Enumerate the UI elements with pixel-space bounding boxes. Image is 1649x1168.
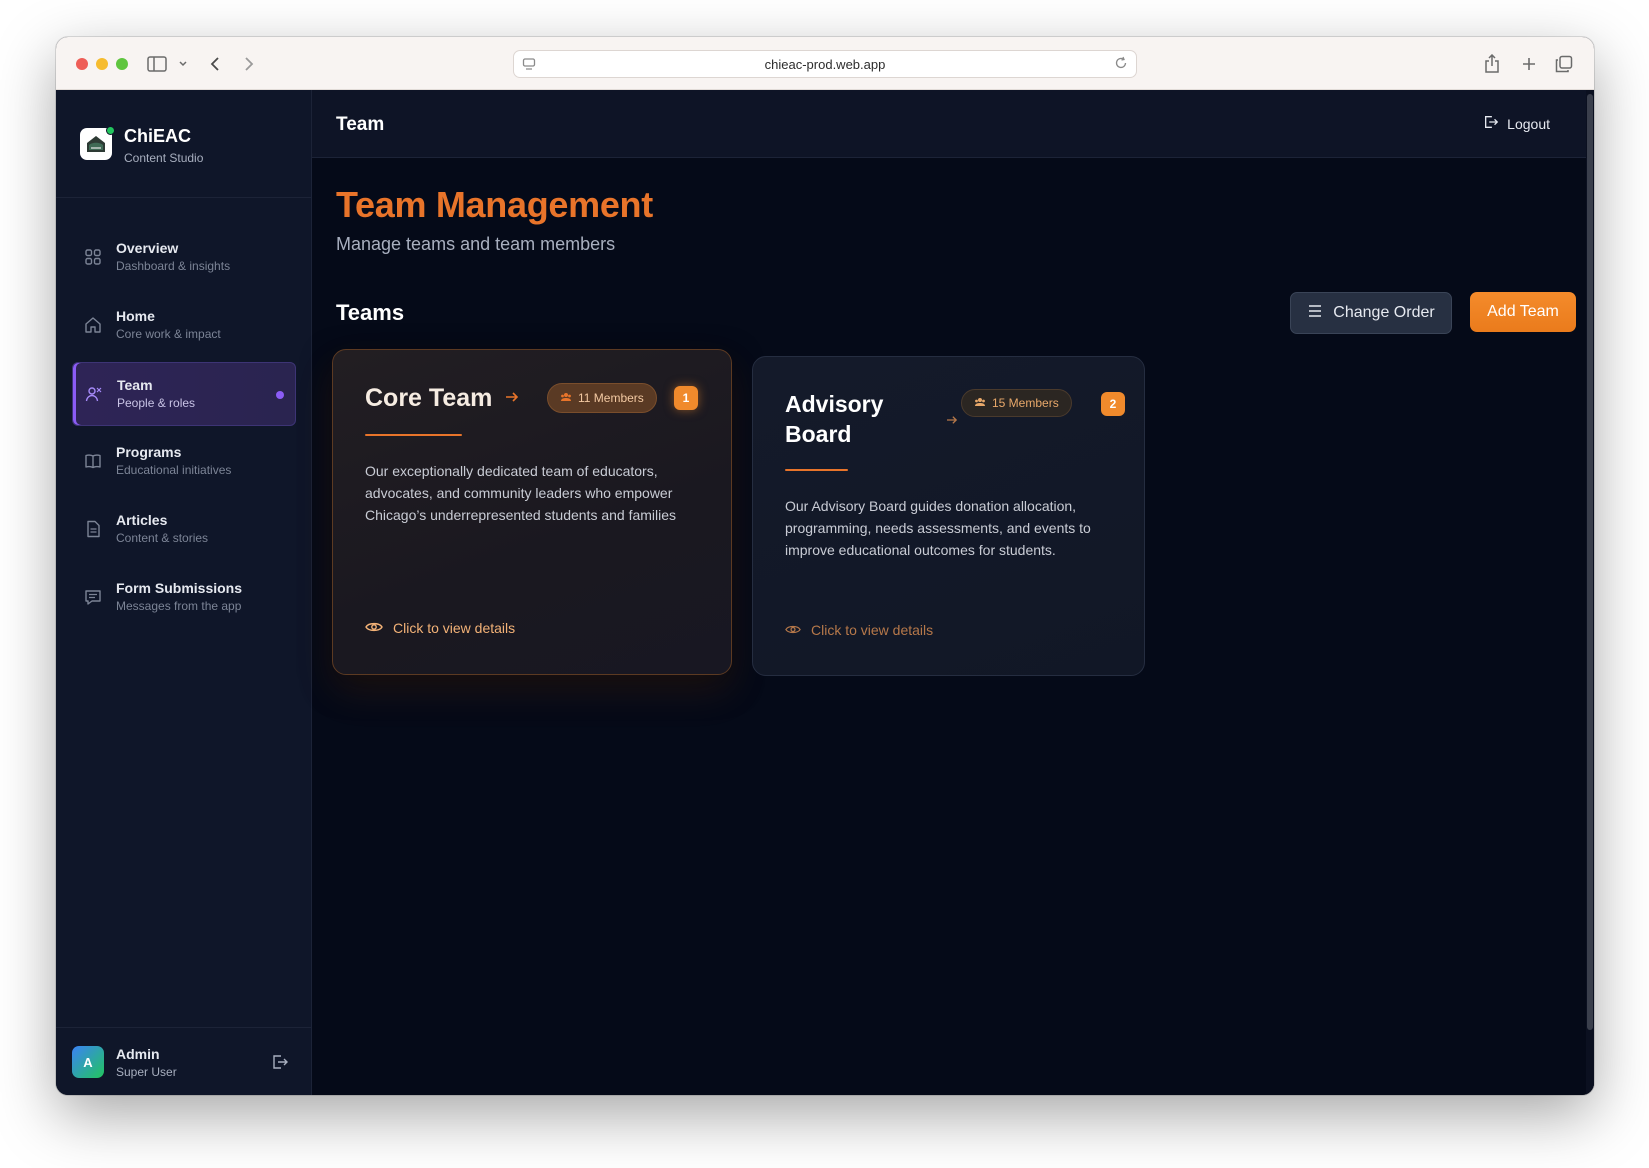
sidebar-item-label: Programs <box>116 444 182 460</box>
sidebar-item-overview[interactable]: Overview Dashboard & insights <box>72 226 296 290</box>
sidebar-item-label: Team <box>117 377 153 393</box>
sidebar-item-home[interactable]: Home Core work & impact <box>72 294 296 358</box>
sidebar-item-articles[interactable]: Articles Content & stories <box>72 498 296 562</box>
sidebar-item-sublabel: Messages from the app <box>116 599 242 613</box>
forward-icon[interactable] <box>236 51 262 77</box>
browser-toolbar: chieac-prod.web.app <box>56 37 1594 90</box>
user-profile: A Admin Super User <box>56 1027 311 1095</box>
add-team-button[interactable]: Add Team <box>1470 292 1576 332</box>
url-text: chieac-prod.web.app <box>764 56 886 72</box>
section-title: Teams <box>336 300 405 325</box>
sidebar-item-programs[interactable]: Programs Educational initiatives <box>72 430 296 494</box>
address-bar[interactable]: chieac-prod.web.app <box>513 50 1137 78</box>
sidebar-item-team[interactable]: Team People & roles <box>72 362 296 426</box>
book-icon <box>84 452 102 470</box>
chevron-down-icon[interactable] <box>170 51 196 77</box>
menu-lines-icon <box>1307 304 1323 323</box>
view-details-link[interactable]: Click to view details <box>365 620 515 636</box>
team-card-title: Advisory Board <box>785 391 884 447</box>
brand-header: ChiEAC Content Studio <box>56 90 311 198</box>
sidebar-item-sublabel: Educational initiatives <box>116 463 232 477</box>
sidebar-item-label: Home <box>116 308 155 324</box>
main-content: Team Logout Team Management Manage teams… <box>312 90 1594 1095</box>
sidebar-item-sublabel: Content & stories <box>116 531 209 545</box>
team-card-title: Core Team <box>365 384 493 412</box>
tab-overview-icon[interactable] <box>1551 51 1577 77</box>
share-icon[interactable] <box>1479 51 1505 77</box>
minimize-window-button[interactable] <box>96 58 108 70</box>
members-icon <box>974 396 986 410</box>
document-icon <box>84 520 102 538</box>
sidebar-item-label: Form Submissions <box>116 580 243 596</box>
view-details-label: Click to view details <box>393 620 516 636</box>
logout-button[interactable]: Logout <box>1483 114 1550 133</box>
grid-icon <box>84 248 102 266</box>
team-card[interactable]: Advisory Board 15 Members 2 Our Advisory… <box>752 356 1145 676</box>
user-name: Admin <box>116 1046 160 1062</box>
close-window-button[interactable] <box>76 58 88 70</box>
sidebar-item-label: Overview <box>116 240 179 256</box>
arrow-right-icon <box>946 412 958 430</box>
app-container: ChiEAC Content Studio Overview Dashboard… <box>56 90 1594 1095</box>
avatar[interactable]: A <box>72 1046 104 1078</box>
members-count: 11 Members <box>578 391 644 405</box>
back-icon[interactable] <box>202 51 228 77</box>
browser-window: chieac-prod.web.app ChiEAC Content Studi… <box>56 37 1594 1095</box>
home-icon <box>84 316 102 334</box>
new-tab-icon[interactable] <box>1516 51 1542 77</box>
message-icon <box>84 588 102 606</box>
logout-icon <box>1483 114 1499 133</box>
status-online-dot <box>106 126 115 135</box>
eye-icon <box>365 620 383 636</box>
page-header-title: Team <box>336 114 385 135</box>
top-bar: Team Logout <box>312 90 1594 158</box>
change-order-button[interactable]: Change Order <box>1290 292 1452 334</box>
reload-icon[interactable] <box>1114 56 1128 73</box>
page-settings-icon[interactable] <box>522 57 536 74</box>
divider <box>785 469 848 471</box>
divider <box>365 434 462 436</box>
change-order-label: Change Order <box>1333 304 1435 321</box>
sidebar-item-label: Articles <box>116 512 168 528</box>
members-badge: 11 Members <box>547 383 657 413</box>
sidebar-toggle-icon[interactable] <box>144 51 170 77</box>
brand-subtitle: Content Studio <box>124 151 204 165</box>
zoom-window-button[interactable] <box>116 58 128 70</box>
brand-name: ChiEAC <box>124 126 191 146</box>
scrollbar-thumb[interactable] <box>1587 94 1593 1030</box>
sidebar-item-form-submissions[interactable]: Form Submissions Messages from the app <box>72 566 296 630</box>
eye-icon <box>785 622 801 638</box>
sidebar-nav: Overview Dashboard & insights Home Core … <box>72 226 296 634</box>
team-card-description: Our exceptionally dedicated team of educ… <box>365 463 677 523</box>
scrollbar[interactable] <box>1586 90 1594 1095</box>
order-badge: 1 <box>674 386 698 410</box>
page-title: Team Management <box>336 184 653 225</box>
team-icon <box>85 385 103 403</box>
members-badge: 15 Members <box>961 389 1072 417</box>
arrow-right-icon <box>505 390 519 408</box>
sidebar-item-sublabel: People & roles <box>117 396 196 410</box>
members-count: 15 Members <box>992 396 1059 410</box>
view-details-link[interactable]: Click to view details <box>785 622 933 638</box>
sidebar-item-sublabel: Core work & impact <box>116 327 221 341</box>
team-card[interactable]: Core Team 11 Members 1 Our exceptionally… <box>332 349 732 675</box>
sidebar-item-sublabel: Dashboard & insights <box>116 259 231 273</box>
members-icon <box>560 391 572 405</box>
sidebar: ChiEAC Content Studio Overview Dashboard… <box>56 90 312 1095</box>
logout-icon[interactable] <box>271 1053 289 1071</box>
logout-label: Logout <box>1507 115 1550 132</box>
page-subtitle: Manage teams and team members <box>336 234 616 254</box>
view-details-label: Click to view details <box>811 622 934 638</box>
user-role: Super User <box>116 1065 177 1079</box>
active-indicator-dot <box>276 391 284 399</box>
team-card-description: Our Advisory Board guides donation alloc… <box>785 498 1091 558</box>
order-badge: 2 <box>1101 392 1125 416</box>
